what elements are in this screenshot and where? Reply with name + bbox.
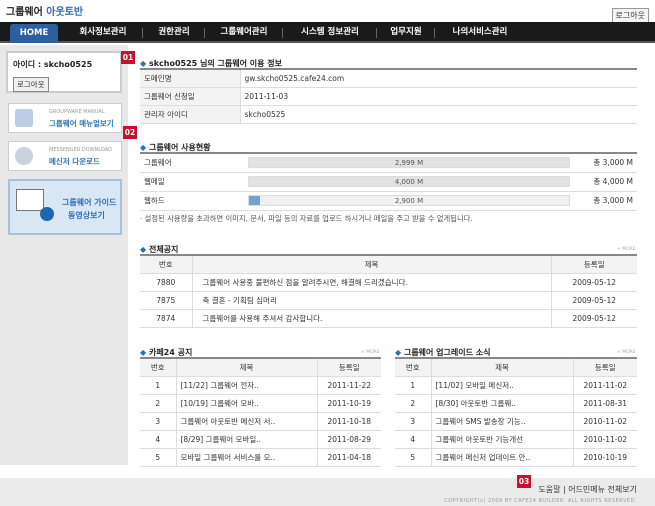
manual-label: 그룹웨어 매뉴얼보기 [49, 119, 114, 128]
notice-table: 번호 제목 등록일 7880 그룹웨어 사용중 불편하신 점을 알려주시면, 해결… [140, 254, 637, 328]
usage-bar: 4,000 M [248, 176, 570, 187]
main-nav: HOME 회사정보관리 권한관리 그룹웨어관리 시스템 정보관리 업무지원 나의… [0, 22, 655, 43]
badge-03: 03 [517, 475, 531, 488]
sidebar-logout-button[interactable]: 로그아웃 [13, 77, 49, 92]
bullet-icon: ◆ [395, 348, 402, 357]
upgrade-more-link[interactable]: + MORE [617, 350, 636, 355]
table-header: 번호 제목 등록일 [395, 357, 637, 377]
usage-note: · 설정된 사용량을 초과하면 이미지, 문서, 파일 등의 자료를 업로드 하… [140, 214, 473, 223]
nav-home[interactable]: HOME [10, 24, 58, 43]
usage-bar: 2,900 M [248, 195, 570, 206]
table-row[interactable]: 7880 그룹웨어 사용중 불편하신 점을 알려주시면, 해결해 드리겠습니다. 2… [140, 273, 637, 292]
table-row[interactable]: 3 그룹웨어 아웃토반 메신저 서.. 2011-10-18 [140, 412, 381, 431]
bullet-icon: ◆ [140, 245, 147, 254]
footer-links[interactable]: 도움말 | 어드민메뉴 전체보기 [538, 484, 637, 495]
logo-accent: 아웃토반 [46, 7, 84, 18]
table-row[interactable]: 4 그룹웨어 아웃토반 기능개선 2010-11-02 [395, 430, 637, 449]
cafe-table: 번호 제목 등록일 1 [11/22] 그룹웨어 전자.. 2011-11-22 2… [140, 357, 381, 467]
table-row[interactable]: 2 [10/19] 그룹웨어 모바.. 2011-10-19 [140, 394, 381, 413]
sidebar: 아이디 : skcho0525 로그아웃 GROUPWARE MANUAL 그룹… [0, 45, 128, 465]
table-row[interactable]: 7875 축 결혼 - 기획팀 심머리 2009-05-12 [140, 291, 637, 310]
table-row[interactable]: 3 그룹웨어 SMS 발송창 기능.. 2010-11-02 [395, 412, 637, 431]
upgrade-table: 번호 제목 등록일 1 [11/02] 모바일 메신저.. 2011-11-02 2… [395, 357, 637, 467]
table-row[interactable]: 5 모바일 그룹웨어 서비스를 오.. 2011-04-18 [140, 448, 381, 467]
user-id-label: 아이디 : skcho0525 [13, 60, 93, 69]
manual-small-label: GROUPWARE MANUAL [49, 109, 105, 115]
logo-main: 그룹웨어 [6, 7, 43, 18]
table-row[interactable]: 1 [11/22] 그룹웨어 전자.. 2011-11-22 [140, 376, 381, 395]
table-row: 그룹웨어 신청일 2011-11-03 [140, 87, 637, 106]
messenger-banner[interactable]: MESSENGER DOWNLOAD 메신저 다운로드 [8, 141, 122, 171]
guide-label-line1: 그룹웨어 가이드 [62, 198, 117, 207]
info-table: 도메인명 gw.skcho0525.cafe24.com 그룹웨어 신청일 2011… [140, 68, 637, 124]
table-row[interactable]: 2 [8/30] 아웃토반 그룹웨.. 2011-08-31 [395, 394, 637, 413]
table-row[interactable]: 4 [8/29] 그룹웨어 모바일.. 2011-08-29 [140, 430, 381, 449]
table-header: 번호 제목 등록일 [140, 357, 381, 377]
guide-label-line2: 동영상보기 [68, 211, 105, 220]
usage-table: 그룹웨어 2,999 M 총 3,000 M 웹메일 4,000 M 총 4,0… [140, 152, 637, 211]
bullet-icon: ◆ [140, 59, 147, 68]
badge-02: 02 [123, 126, 137, 139]
nav-my-service[interactable]: 나의서비스관리 [436, 22, 524, 43]
top-bar: 그룹웨어 아웃토반 로그아웃 [0, 0, 655, 23]
bullet-icon: ◆ [140, 348, 147, 357]
manual-banner[interactable]: GROUPWARE MANUAL 그룹웨어 매뉴얼보기 [8, 103, 122, 133]
table-row[interactable]: 5 그룹웨어 메신저 업데이트 안.. 2010-10-19 [395, 448, 637, 467]
table-row: 그룹웨어 2,999 M 총 3,000 M [140, 153, 637, 173]
monitor-icon [16, 189, 44, 211]
badge-01: 01 [121, 51, 135, 64]
table-row[interactable]: 7874 그룹웨어를 사용해 주셔서 감사합니다. 2009-05-12 [140, 309, 637, 328]
nav-groupware-admin[interactable]: 그룹웨어관리 [206, 22, 282, 43]
nav-permission[interactable]: 권한관리 [144, 22, 204, 43]
user-box: 아이디 : skcho0525 로그아웃 [6, 51, 122, 93]
nav-work-support[interactable]: 업무지원 [378, 22, 434, 43]
nav-system-info[interactable]: 시스템 정보관리 [284, 22, 376, 43]
table-row[interactable]: 1 [11/02] 모바일 메신저.. 2011-11-02 [395, 376, 637, 395]
messenger-icon [15, 147, 33, 165]
table-row: 도메인명 gw.skcho0525.cafe24.com [140, 69, 637, 88]
notice-more-link[interactable]: + MORE [617, 247, 636, 252]
messenger-small-label: MESSENGER DOWNLOAD [49, 147, 113, 153]
film-reel-icon [40, 207, 54, 221]
app-logo[interactable]: 그룹웨어 아웃토반 [6, 3, 83, 18]
nav-company-info[interactable]: 회사정보관리 [64, 22, 142, 43]
messenger-label: 메신저 다운로드 [49, 157, 100, 166]
manual-icon [15, 109, 33, 127]
cafe-more-link[interactable]: + MORE [361, 350, 380, 355]
guide-video-banner[interactable]: 그룹웨어 가이드 동영상보기 [8, 179, 122, 235]
copyright: COPYRIGHT(c) 2009 BY CAFE24 BUILDER. ALL… [444, 498, 637, 504]
logout-button-top[interactable]: 로그아웃 [611, 8, 649, 23]
table-row: 웹메일 4,000 M 총 4,000 M [140, 172, 637, 192]
usage-bar: 2,999 M [248, 157, 570, 169]
table-row: 관리자 아이디 skcho0525 [140, 105, 637, 124]
table-row: 웹하드 2,900 M 총 3,000 M [140, 191, 637, 211]
bullet-icon: ◆ [140, 143, 147, 152]
table-header: 번호 제목 등록일 [140, 254, 637, 274]
footer: 도움말 | 어드민메뉴 전체보기 COPYRIGHT(c) 2009 BY CA… [0, 478, 655, 506]
